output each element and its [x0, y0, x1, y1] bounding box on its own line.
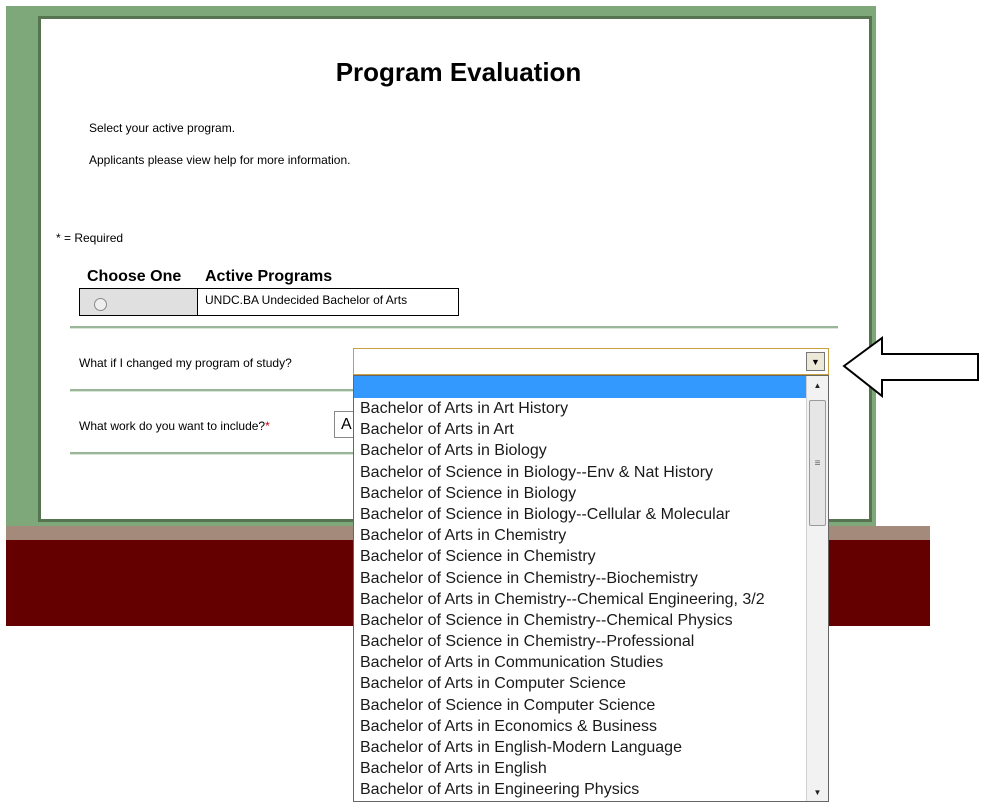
dropdown-option[interactable]: Bachelor of Arts in English-Modern Langu…	[354, 737, 828, 758]
dropdown-option[interactable]: Bachelor of Science in Chemistry--Profes…	[354, 631, 828, 652]
dropdown-option[interactable]: Bachelor of Arts in Computer Science	[354, 673, 828, 694]
dropdown-option[interactable]: Bachelor of Arts in Economics & Business	[354, 716, 828, 737]
dropdown-scrollbar[interactable]: ▲ ≡ ▼	[806, 376, 828, 801]
page-title: Program Evaluation	[335, 57, 582, 87]
what-if-label: What if I changed my program of study?	[79, 356, 292, 370]
choose-one-header: Choose One	[87, 268, 182, 285]
dropdown-option[interactable]: Bachelor of Arts in Communication Studie…	[354, 652, 828, 673]
dropdown-option[interactable]: Bachelor of Science in Chemistry	[354, 546, 828, 567]
scroll-down-icon[interactable]: ▼	[807, 783, 828, 801]
scrollbar-thumb[interactable]: ≡	[809, 400, 826, 526]
dropdown-option-blank[interactable]	[354, 376, 828, 398]
scroll-up-icon[interactable]: ▲	[807, 376, 828, 394]
dropdown-option[interactable]: Bachelor of Arts in Chemistry	[354, 525, 828, 546]
section-divider	[70, 389, 354, 392]
left-arrow-icon	[842, 336, 979, 398]
chevron-down-icon[interactable]: ▼	[806, 352, 825, 371]
required-note: * = Required	[56, 231, 124, 245]
dropdown-option[interactable]: Bachelor of Science in Chemistry--Chemic…	[354, 610, 828, 631]
dropdown-option[interactable]: Bachelor of Arts in English	[354, 758, 828, 779]
dropdown-option[interactable]: Bachelor of Science in Biology	[354, 483, 828, 504]
section-divider	[70, 326, 838, 329]
work-include-value: A	[341, 416, 352, 433]
section-divider	[70, 452, 354, 455]
work-include-label: What work do you want to include?*	[79, 419, 270, 433]
program-dropdown-list[interactable]: Bachelor of Arts in Art History Bachelor…	[353, 375, 829, 802]
dropdown-option[interactable]: Bachelor of Arts in Engineering Physics	[354, 779, 828, 800]
dropdown-option[interactable]: Bachelor of Arts in Biology	[354, 440, 828, 461]
dropdown-option[interactable]: Bachelor of Science in Biology--Env & Na…	[354, 462, 828, 483]
dropdown-option[interactable]: Bachelor of Science in Chemistry--Bioche…	[354, 568, 828, 589]
active-programs-header: Active Programs	[205, 268, 333, 285]
instruction-select-program: Select your active program.	[89, 121, 236, 135]
dropdown-option[interactable]: Bachelor of Arts in Art	[354, 419, 828, 440]
dropdown-option[interactable]: Bachelor of Arts in Art History	[354, 398, 828, 419]
dropdown-option[interactable]: Bachelor of Science in Biology--Cellular…	[354, 504, 828, 525]
program-radio[interactable]	[94, 298, 107, 311]
required-star: *	[265, 419, 270, 433]
dropdown-option[interactable]: Bachelor of Arts in Chemistry--Chemical …	[354, 589, 828, 610]
active-program-name: UNDC.BA Undecided Bachelor of Arts	[205, 293, 408, 307]
program-of-study-select[interactable]	[353, 348, 829, 375]
dropdown-option[interactable]: Bachelor of Science in Computer Science	[354, 695, 828, 716]
instruction-applicants-help: Applicants please view help for more inf…	[89, 153, 351, 167]
work-include-label-text: What work do you want to include?	[79, 419, 266, 433]
